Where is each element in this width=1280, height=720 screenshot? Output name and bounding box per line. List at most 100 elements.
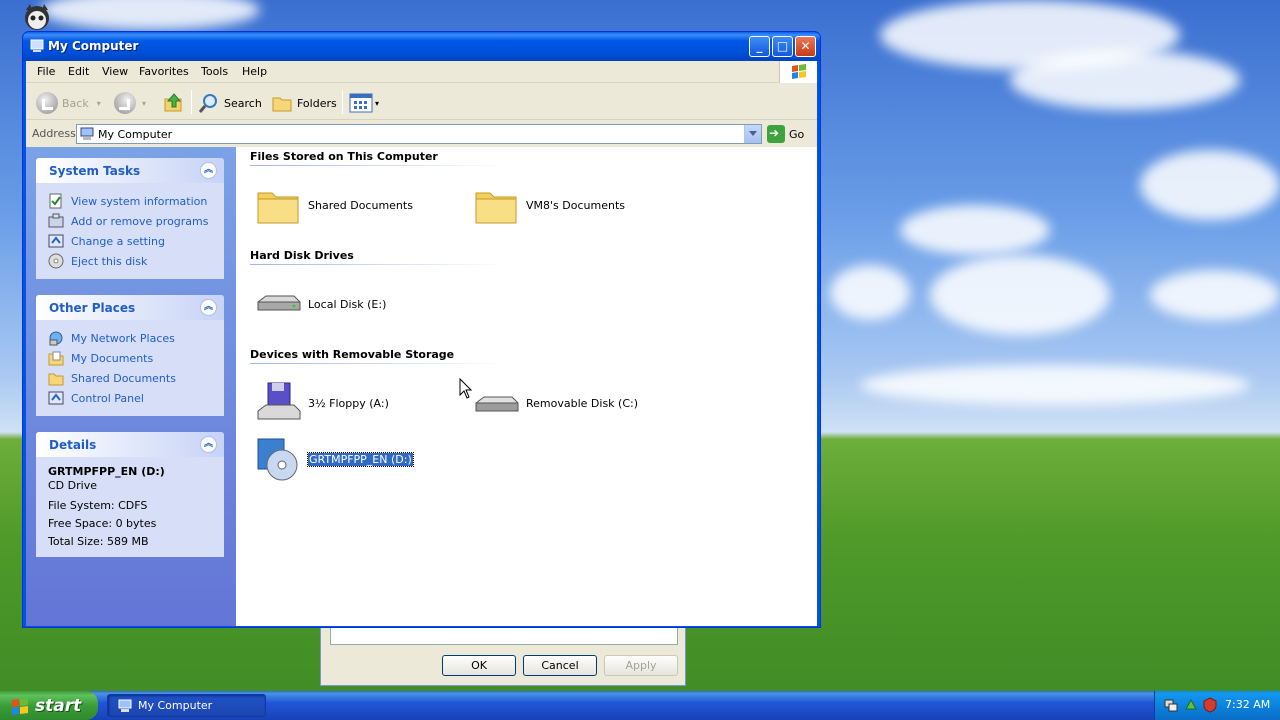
computer-icon [30, 39, 44, 52]
apply-button[interactable]: Apply [604, 655, 678, 676]
menu-view[interactable]: View [102, 65, 128, 78]
mouse-cursor-icon [459, 378, 473, 399]
hard-disk-icon [257, 295, 301, 311]
back-button[interactable]: Back ▾ [36, 90, 101, 116]
network-places-icon [49, 331, 63, 346]
place-my-network-places[interactable]: My Network Places [48, 328, 224, 348]
address-bar: Address My Computer Go [26, 123, 817, 145]
details-panel: Details ︽ GRTMPFPP_EN (D:) CD Drive File… [36, 432, 224, 557]
folder-icon [475, 192, 517, 224]
group-header-hard-disk-drives: Hard Disk Drives [250, 249, 354, 262]
task-view-system-information[interactable]: View system information [48, 191, 224, 211]
task-change-a-setting[interactable]: Change a setting [48, 231, 224, 251]
my-documents-icon [48, 351, 64, 366]
cd-drive-icon [257, 438, 298, 481]
folder-icon [48, 373, 64, 386]
forward-arrow-icon [114, 92, 136, 114]
item-cd-drive-d[interactable]: GRTMPFPP_EN (D:) [254, 434, 414, 484]
eject-icon [48, 253, 64, 269]
details-header[interactable]: Details ︽ [36, 432, 224, 457]
windows-logo-icon [12, 697, 28, 715]
place-my-documents[interactable]: My Documents [48, 348, 224, 368]
taskbar: start My Computer 7:32 AM [0, 691, 1280, 720]
place-shared-documents[interactable]: Shared Documents [48, 368, 224, 388]
item-vm8-documents[interactable]: VM8's Documents [472, 180, 625, 230]
toolbar-separator [342, 90, 343, 114]
collapse-icon[interactable]: ︽ [200, 299, 217, 316]
wallpaper-cloud [40, 0, 260, 30]
details-total-size: Total Size: 589 MB [48, 535, 149, 548]
folders-button[interactable]: Folders [271, 90, 337, 116]
task-pane: System Tasks ︽ View system information A… [26, 147, 236, 626]
taskbar-button-my-computer[interactable]: My Computer [107, 694, 266, 717]
collapse-icon[interactable]: ︽ [200, 436, 217, 453]
collapse-icon[interactable]: ︽ [200, 162, 217, 179]
wallpaper-cloud [1010, 50, 1240, 110]
toolbar-separator [191, 90, 192, 114]
system-tray: 7:32 AM [1154, 691, 1280, 720]
window-title: My Computer [48, 39, 139, 53]
clock[interactable]: 7:32 AM [1225, 698, 1270, 711]
security-shield-icon[interactable] [1202, 697, 1218, 713]
details-name: GRTMPFPP_EN (D:) [48, 465, 165, 478]
chevron-down-icon: ▾ [96, 98, 101, 108]
computer-icon [118, 699, 132, 712]
item-shared-documents[interactable]: Shared Documents [254, 180, 413, 230]
item-removable-disk-c[interactable]: Removable Disk (C:) [472, 378, 638, 428]
go-button[interactable]: Go [767, 124, 812, 144]
menu-file[interactable]: File [37, 65, 55, 78]
cancel-button[interactable]: Cancel [523, 655, 597, 676]
floppy-drive-icon [257, 382, 301, 420]
up-folder-button[interactable] [163, 90, 185, 116]
other-places-header[interactable]: Other Places ︽ [36, 295, 224, 320]
address-dropdown-button[interactable] [744, 125, 761, 143]
toolbar: Back ▾ ▾ Search Folders ▾ [26, 84, 817, 120]
task-eject-this-disk[interactable]: Eject this disk [48, 251, 224, 271]
minimize-button[interactable]: _ [749, 36, 770, 57]
windows-flag-icon [779, 61, 817, 83]
menu-bar: File Edit View Favorites Tools Help [26, 61, 817, 83]
panel-title: System Tasks [49, 164, 141, 178]
other-places-panel: Other Places ︽ My Network Places My Docu… [36, 295, 224, 416]
chevron-down-icon: ▾ [375, 98, 380, 108]
details-free-space: Free Space: 0 bytes [48, 517, 157, 530]
system-info-icon [49, 193, 62, 209]
views-icon [349, 93, 373, 113]
network-icon[interactable] [1163, 697, 1179, 713]
group-divider [250, 165, 506, 166]
maximize-button[interactable]: □ [772, 36, 793, 57]
title-bar[interactable]: My Computer _ □ ✕ [23, 32, 820, 61]
my-computer-window: My Computer _ □ ✕ File Edit View Favorit… [22, 31, 821, 628]
address-value: My Computer [98, 128, 173, 141]
chevron-down-icon: ▾ [142, 98, 147, 108]
desktop-shortcut-icon[interactable] [18, 2, 56, 32]
address-input[interactable]: My Computer [76, 124, 762, 144]
close-button[interactable]: ✕ [795, 36, 816, 57]
views-button[interactable]: ▾ [349, 90, 379, 116]
system-tasks-header[interactable]: System Tasks ︽ [36, 158, 224, 183]
group-header-files-stored: Files Stored on This Computer [250, 150, 438, 163]
search-button[interactable]: Search [198, 90, 262, 116]
place-control-panel[interactable]: Control Panel [48, 388, 224, 408]
task-add-remove-programs[interactable]: Add or remove programs [48, 211, 224, 231]
menu-favorites[interactable]: Favorites [139, 65, 189, 78]
details-file-system: File System: CDFS [48, 499, 148, 512]
folders-icon [272, 97, 292, 112]
add-remove-programs-icon [48, 213, 64, 228]
start-button[interactable]: start [0, 691, 98, 720]
wallpaper-cloud [900, 205, 1050, 255]
removable-disk-icon [475, 396, 519, 412]
menu-edit[interactable]: Edit [68, 65, 89, 78]
ok-button[interactable]: OK [442, 655, 516, 676]
go-arrow-icon [767, 125, 785, 143]
back-arrow-icon [36, 92, 58, 114]
forward-button[interactable]: ▾ [114, 90, 146, 116]
item-floppy-a[interactable]: 3½ Floppy (A:) [254, 378, 389, 428]
menu-tools[interactable]: Tools [201, 65, 228, 78]
menu-help[interactable]: Help [242, 65, 267, 78]
safely-remove-hardware-icon[interactable] [1183, 697, 1199, 713]
system-tasks-panel: System Tasks ︽ View system information A… [36, 158, 224, 279]
wallpaper-cloud [860, 365, 1250, 405]
wallpaper-cloud [1150, 270, 1280, 320]
item-local-disk-e[interactable]: Local Disk (E:) [254, 279, 386, 329]
